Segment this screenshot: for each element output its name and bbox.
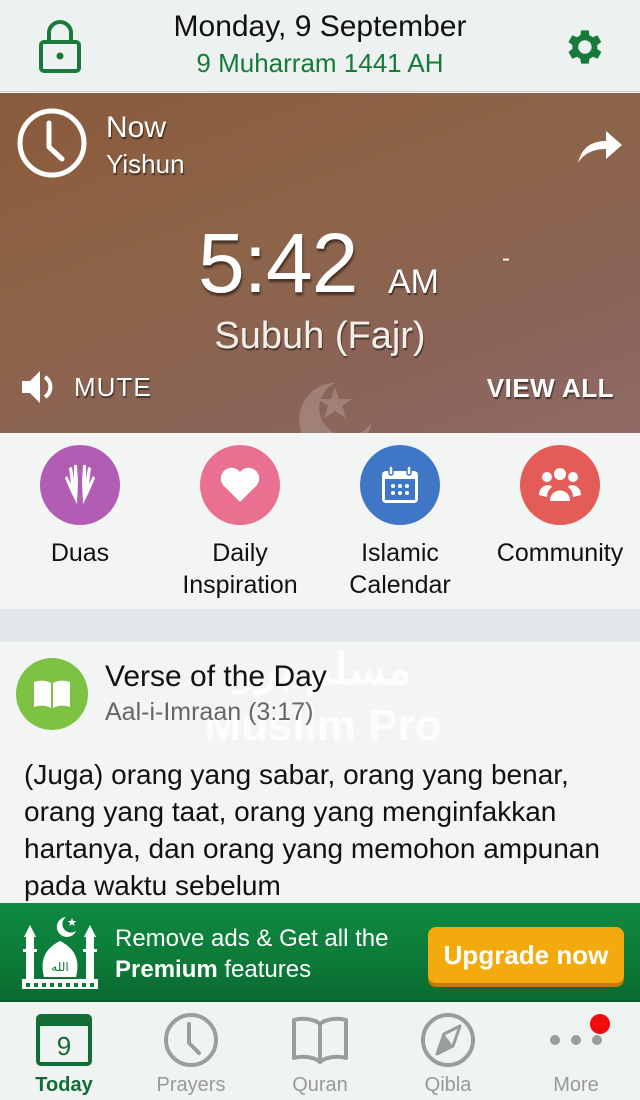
hijri-date: 9 Muharram 1441 AH bbox=[196, 48, 444, 78]
tab-qibla[interactable]: Qibla bbox=[384, 1012, 512, 1097]
premium-promo-banner[interactable]: الله Remove ads & Get all the Premium fe… bbox=[0, 903, 640, 1002]
clock-icon bbox=[17, 108, 87, 178]
tab-more[interactable]: More bbox=[512, 1012, 640, 1097]
upgrade-now-button[interactable]: Upgrade now bbox=[428, 927, 624, 983]
quick-action-duas[interactable]: Duas bbox=[0, 445, 160, 569]
tab-label: Quran bbox=[292, 1074, 348, 1096]
prayer-time: 5:42 bbox=[198, 216, 358, 310]
share-icon[interactable] bbox=[576, 127, 624, 167]
verse-of-the-day-card[interactable]: مسلم برو Muslim Pro Verse of the Day Aal-… bbox=[0, 642, 640, 904]
speaker-icon bbox=[22, 371, 53, 403]
community-icon bbox=[520, 445, 600, 525]
tab-label: Prayers bbox=[156, 1074, 226, 1096]
mute-button[interactable]: MUTE bbox=[20, 367, 152, 407]
today-day-number: 9 bbox=[57, 1031, 71, 1061]
book-icon bbox=[16, 658, 88, 730]
quick-action-islamic-calendar[interactable]: Islamic Calendar bbox=[320, 445, 480, 601]
more-dots-icon bbox=[546, 1012, 610, 1068]
svg-text:الله: الله bbox=[51, 960, 68, 974]
crescent-star-watermark-icon bbox=[299, 383, 371, 433]
verse-text: (Juga) orang yang sabar, orang yang bena… bbox=[24, 759, 600, 901]
book-icon bbox=[290, 1012, 350, 1068]
quick-action-label: Duas bbox=[50, 539, 110, 567]
prayer-time-hero[interactable]: Now Yishun 5:42 AM - Subuh (Fajr) MUTE V… bbox=[0, 93, 640, 433]
notification-badge bbox=[590, 1014, 610, 1034]
heart-icon bbox=[200, 445, 280, 525]
verse-reference: Aal-i-Imraan (3:17) bbox=[105, 698, 314, 726]
section-divider bbox=[0, 609, 640, 642]
bottom-tab-bar: 9 Today Prayers Quran Qibla More bbox=[0, 1002, 640, 1100]
calendar-icon bbox=[360, 445, 440, 525]
prayer-time-ampm: AM bbox=[388, 263, 439, 301]
promo-line-1: Remove ads & Get all the bbox=[115, 925, 389, 952]
tab-today[interactable]: 9 Today bbox=[0, 1012, 128, 1097]
clock-icon bbox=[161, 1012, 221, 1068]
tab-label: Qibla bbox=[424, 1074, 472, 1096]
tab-label: More bbox=[553, 1074, 599, 1096]
quick-action-daily-inspiration[interactable]: Daily Inspiration bbox=[160, 445, 320, 601]
top-header: Monday, 9 September 9 Muharram 1441 AH bbox=[0, 0, 640, 92]
promo-line-2: Premium features bbox=[115, 956, 312, 983]
quick-action-label: Daily Inspiration bbox=[182, 539, 298, 599]
view-all-button[interactable]: VIEW ALL bbox=[487, 373, 614, 404]
verse-title: Verse of the Day bbox=[105, 660, 327, 693]
tab-label: Today bbox=[35, 1074, 93, 1096]
gear-icon[interactable] bbox=[560, 24, 606, 70]
mute-label: MUTE bbox=[74, 371, 152, 402]
quick-action-community[interactable]: Community bbox=[480, 445, 640, 569]
quick-action-label: Islamic Calendar bbox=[349, 539, 451, 599]
quick-action-label: Community bbox=[496, 539, 624, 567]
status-label: Now bbox=[106, 111, 167, 144]
praying-hands-icon bbox=[40, 445, 120, 525]
compass-icon bbox=[418, 1012, 478, 1068]
countdown: - bbox=[502, 245, 510, 272]
tab-quran[interactable]: Quran bbox=[256, 1012, 384, 1097]
mosque-logo-icon: الله bbox=[22, 917, 98, 989]
quick-actions: Duas DailyInspiration IslamicCalendar bbox=[0, 433, 640, 609]
prayer-name: Subuh (Fajr) bbox=[214, 315, 426, 357]
calendar-day-icon: 9 bbox=[34, 1012, 94, 1068]
location-label[interactable]: Yishun bbox=[106, 149, 185, 180]
tab-prayers[interactable]: Prayers bbox=[127, 1012, 255, 1097]
gregorian-date: Monday, 9 September bbox=[173, 10, 467, 43]
